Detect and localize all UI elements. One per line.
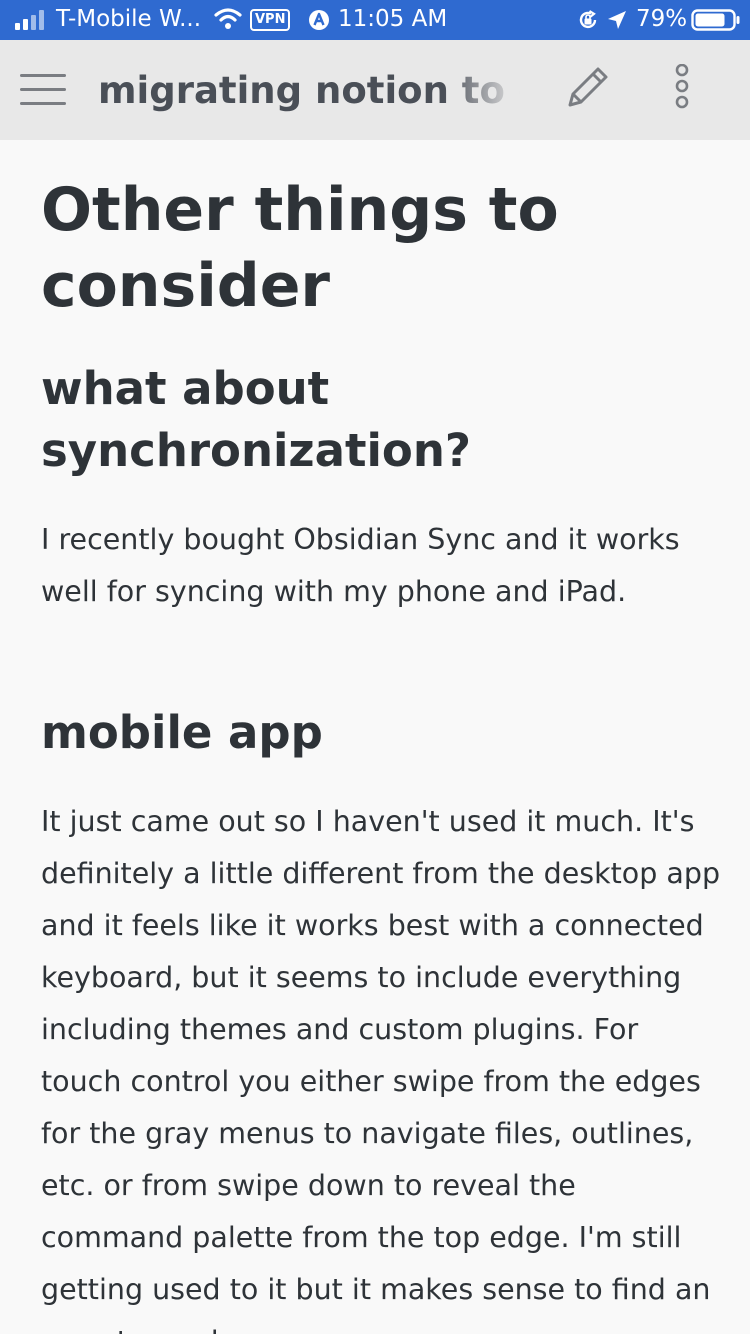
clock-time: 11:05 AM	[338, 6, 448, 32]
sidebar-menu-button[interactable]	[18, 70, 68, 110]
location-a-icon	[309, 10, 329, 30]
edit-button[interactable]	[562, 62, 612, 112]
app-header: migrating notion to obsidian	[0, 40, 750, 140]
status-bar: T-Mobile W... VPN 11:05 AM 79%	[0, 0, 750, 40]
hamburger-menu-icon	[20, 74, 66, 105]
more-vertical-icon	[675, 63, 689, 109]
section-heading: mobile app	[41, 706, 323, 759]
pencil-icon	[568, 67, 608, 107]
section-heading: what about synchronization?	[41, 362, 471, 477]
signal-icon	[15, 10, 44, 30]
location-arrow-icon	[608, 11, 626, 29]
note-title: migrating notion to obsidian	[98, 69, 520, 112]
note-content[interactable]: Other things to consider what about sync…	[0, 140, 750, 1334]
battery-percent: 79%	[636, 6, 688, 32]
battery-icon	[691, 9, 740, 31]
more-options-button[interactable]	[668, 63, 696, 112]
wifi-icon	[214, 8, 242, 29]
vpn-badge: VPN	[250, 9, 291, 31]
section-paragraph: I recently bought Obsidian Sync and it w…	[41, 523, 680, 608]
rotation-lock-icon	[579, 10, 597, 29]
section-paragraph: It just came out so I haven't used it mu…	[41, 805, 721, 1334]
note-heading: Other things to consider	[41, 175, 559, 321]
carrier-name: T-Mobile W...	[56, 6, 202, 32]
